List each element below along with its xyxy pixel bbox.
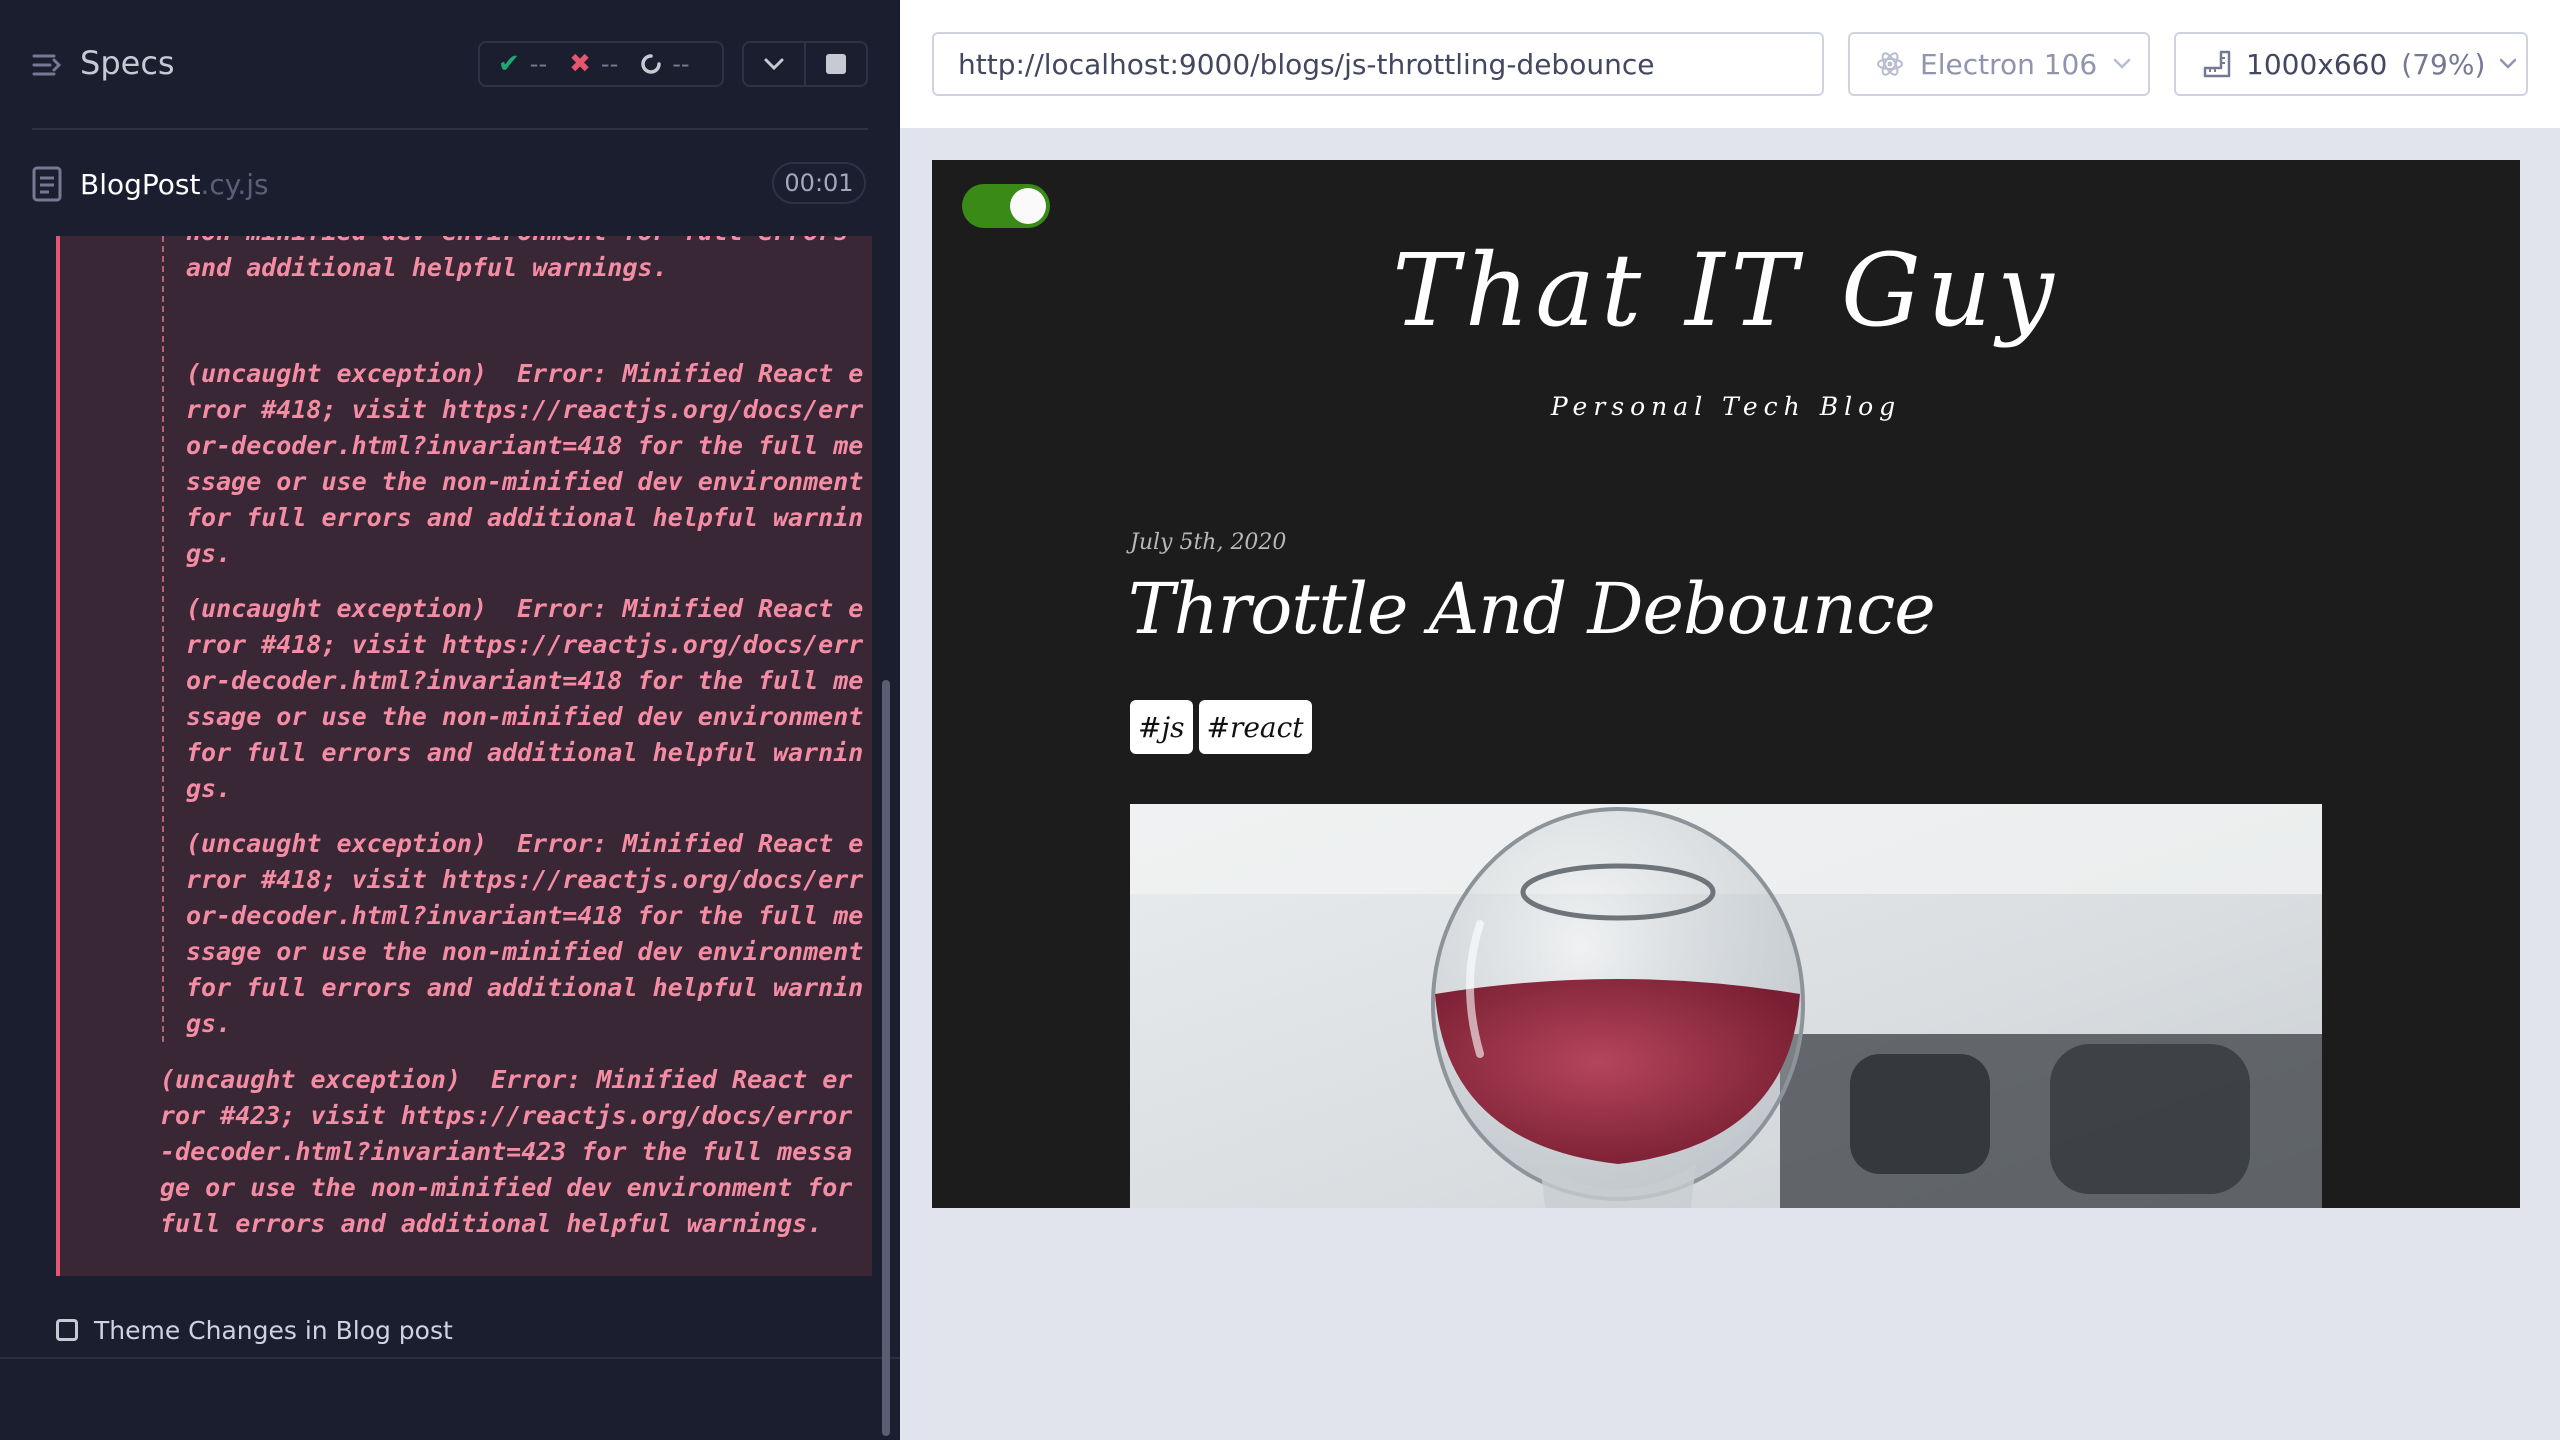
error-entry[interactable]: (uncaught exception) Error: Minified Rea… — [160, 1062, 866, 1242]
ruler-icon — [2203, 50, 2231, 78]
check-icon: ✔ — [498, 49, 520, 79]
aut-iframe: That IT Guy Personal Tech Blog July 5th,… — [932, 160, 2520, 1208]
aut-panel: http://localhost:9000/blogs/js-throttlin… — [900, 0, 2560, 1440]
scrollbar-thumb[interactable] — [882, 680, 890, 1436]
specs-title[interactable]: Specs — [80, 44, 175, 82]
test-status-icon — [56, 1319, 78, 1341]
stop-button[interactable] — [804, 43, 866, 85]
pending-stat: -- — [640, 50, 690, 78]
error-entry[interactable]: (uncaught exception) Error: Minified Rea… — [186, 826, 866, 1042]
hourglass-image — [1130, 804, 2322, 1208]
nested-log-rail — [162, 236, 164, 1042]
chevron-down-icon — [2113, 58, 2131, 69]
passed-stat: ✔ -- — [498, 49, 547, 79]
theme-toggle[interactable] — [962, 184, 1050, 228]
post-date: July 5th, 2020 — [1130, 530, 1287, 555]
chevron-down-icon — [2500, 58, 2517, 69]
passed-count: -- — [529, 50, 548, 78]
viewport-select[interactable]: 1000x660 (79%) — [2174, 32, 2528, 96]
document-icon — [32, 166, 62, 202]
specs-header: Specs ✔ -- ✖ -- -- — [0, 0, 900, 130]
error-entry[interactable]: invariant=418 for the full message or us… — [186, 236, 866, 286]
command-log-errors: invariant=418 for the full message or us… — [56, 236, 872, 1276]
moon-icon — [979, 197, 988, 215]
failed-stat: ✖ -- — [569, 49, 618, 79]
site-subtitle: Personal Tech Blog — [1550, 392, 1902, 421]
error-entry[interactable]: (uncaught exception) Error: Minified Rea… — [186, 591, 866, 807]
spec-file-basename: BlogPost — [80, 168, 201, 201]
site-title[interactable]: That IT Guy — [932, 232, 2520, 349]
tag-list: #js #react — [1130, 700, 1312, 754]
aut-toolbar: http://localhost:9000/blogs/js-throttlin… — [900, 0, 2560, 128]
pending-count: -- — [672, 50, 690, 78]
test-stats: ✔ -- ✖ -- -- — [478, 41, 724, 87]
electron-icon — [1877, 52, 1903, 76]
expand-button[interactable] — [744, 43, 804, 85]
run-controls — [742, 41, 868, 87]
error-entry[interactable]: (uncaught exception) Error: Minified Rea… — [186, 356, 866, 572]
chevron-down-icon — [764, 58, 784, 71]
bottom-divider — [0, 1357, 900, 1359]
header-divider — [32, 128, 868, 130]
post-title: Throttle And Debounce — [1128, 568, 1936, 650]
spec-file-extension: .cy.js — [200, 168, 269, 201]
url-input[interactable]: http://localhost:9000/blogs/js-throttlin… — [932, 32, 1824, 96]
tag-js[interactable]: #js — [1130, 700, 1193, 754]
browser-name: Electron 106 — [1920, 47, 2098, 81]
spec-file-name: BlogPost.cy.js — [80, 168, 269, 201]
toggle-knob — [1010, 188, 1046, 224]
menu-expand-icon[interactable] — [32, 50, 62, 80]
spec-file-row[interactable]: BlogPost.cy.js 00:01 — [0, 150, 900, 220]
test-title: Theme Changes in Blog post — [94, 1315, 453, 1345]
browser-select[interactable]: Electron 106 — [1848, 32, 2150, 96]
duration-badge: 00:01 — [772, 162, 866, 204]
failed-count: -- — [600, 50, 619, 78]
cross-icon: ✖ — [569, 49, 591, 79]
test-row[interactable]: Theme Changes in Blog post — [56, 1310, 453, 1350]
viewport-scale: (79%) — [2401, 47, 2486, 81]
stop-icon — [826, 54, 846, 74]
viewport-size: 1000x660 — [2246, 47, 2388, 81]
spinner-icon — [641, 54, 661, 74]
runner-panel: Specs ✔ -- ✖ -- -- BlogPost.cy.js 00:01 … — [0, 0, 900, 1440]
tag-react[interactable]: #react — [1198, 700, 1312, 754]
